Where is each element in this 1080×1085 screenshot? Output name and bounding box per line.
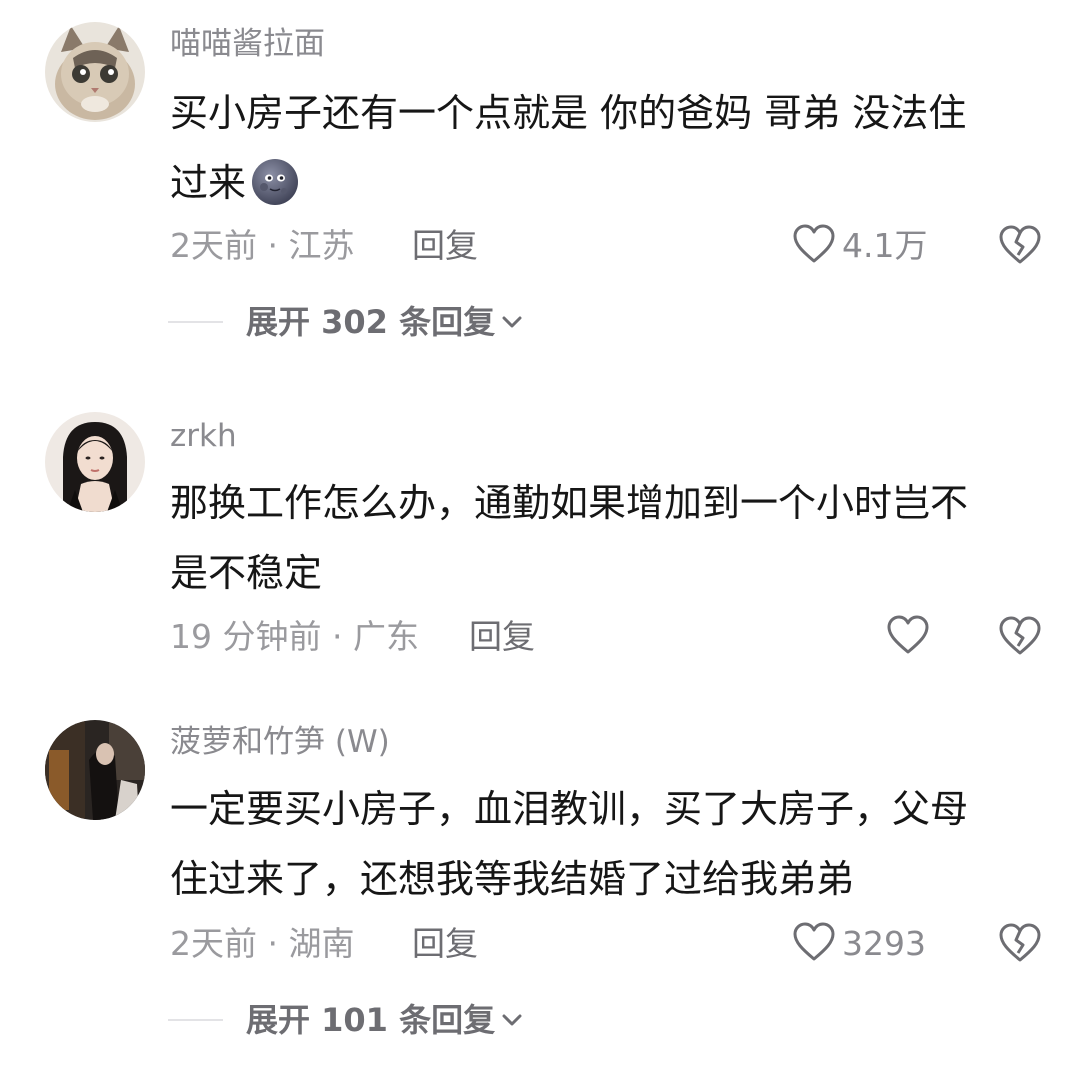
comment-text: 那换工作怎么办，通勤如果增加到一个小时岂不 是不稳定 (170, 481, 969, 595)
like-button[interactable] (886, 614, 936, 660)
reply-button[interactable]: 回复 (412, 922, 478, 966)
dislike-button[interactable] (998, 922, 1042, 968)
broken-heart-icon (998, 616, 1042, 661)
username[interactable]: zrkh (170, 416, 237, 456)
avatar[interactable] (45, 22, 145, 122)
comment-text: 一定要买小房子，血泪教训，买了大房子，父母 住过来了，还想我等我结婚了过给我弟弟 (170, 787, 969, 901)
broken-heart-icon (998, 923, 1042, 968)
expand-replies-button[interactable]: 展开 302 条回复 (168, 300, 523, 344)
divider-line (168, 1019, 223, 1021)
reply-button[interactable]: 回复 (469, 615, 535, 659)
chevron-down-icon (501, 314, 523, 334)
username[interactable]: 菠萝和竹笋 (W) (170, 722, 390, 762)
divider-line (168, 321, 223, 323)
new-moon-face-emoji (250, 157, 300, 207)
comment-meta: 2天前 · 湖南 (170, 924, 355, 963)
avatar[interactable] (45, 412, 145, 512)
like-count: 4.1万 (842, 226, 928, 265)
expand-replies-label: 展开 101 条回复 (246, 1001, 496, 1039)
dislike-button[interactable] (998, 224, 1042, 270)
avatar[interactable] (45, 720, 145, 820)
like-button[interactable]: 3293 (792, 921, 926, 967)
chevron-down-icon (501, 1012, 523, 1032)
like-button[interactable]: 4.1万 (792, 223, 927, 269)
expand-replies-label: 展开 302 条回复 (246, 303, 496, 341)
like-count: 3293 (842, 924, 926, 963)
broken-heart-icon (998, 225, 1042, 270)
heart-outline-icon (886, 614, 930, 660)
comment-meta: 19 分钟前 · 广东 (170, 617, 419, 656)
reply-button[interactable]: 回复 (412, 224, 478, 268)
heart-outline-icon (792, 223, 836, 269)
dislike-button[interactable] (998, 615, 1042, 661)
username[interactable]: 喵喵酱拉面 (170, 24, 325, 64)
comment-meta: 2天前 · 江苏 (170, 226, 355, 265)
heart-outline-icon (792, 921, 836, 967)
comment-text: 买小房子还有一个点就是 你的爸妈 哥弟 没法住 过来 (170, 78, 1050, 218)
expand-replies-button[interactable]: 展开 101 条回复 (168, 998, 523, 1042)
